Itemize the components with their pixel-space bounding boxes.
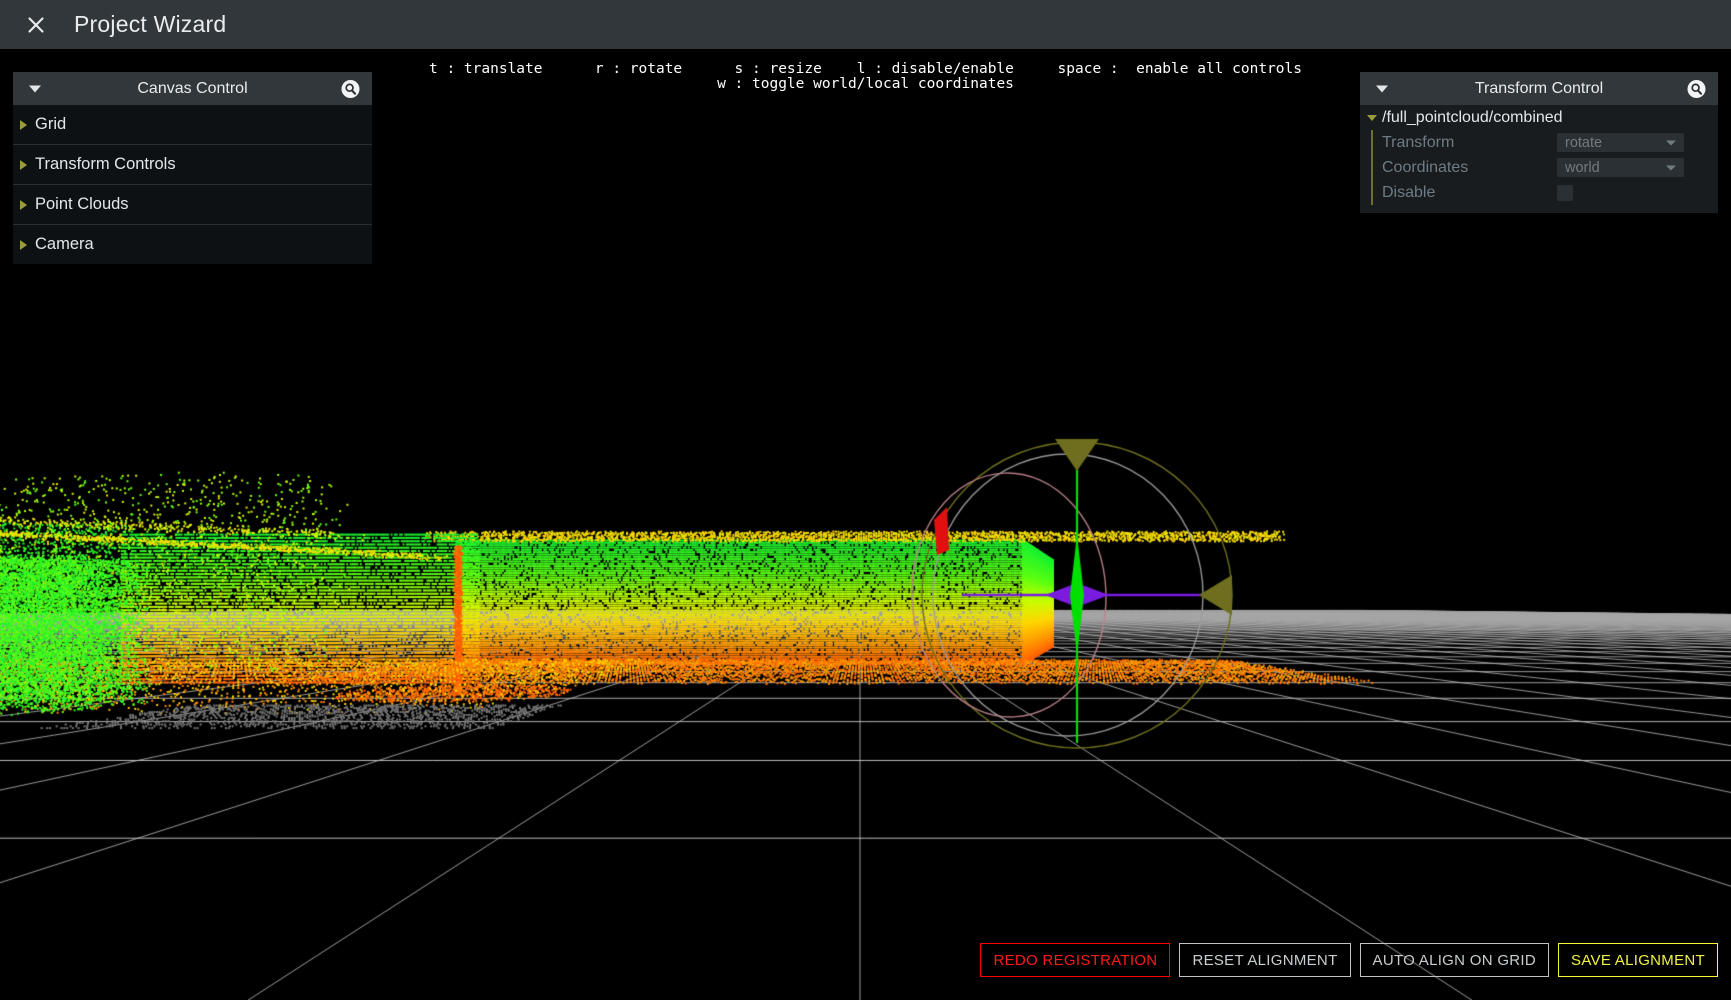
transform-control-body: /full_pointcloud/combined Transform rota… (1360, 105, 1718, 213)
magnifier-icon[interactable] (1687, 79, 1706, 98)
transform-control-panel: Transform Control /full_pointcloud/combi… (1360, 72, 1718, 213)
chevron-right-icon (20, 199, 27, 210)
chevron-down-icon (1367, 114, 1377, 121)
page-title: Project Wizard (74, 11, 227, 37)
transform-node-label: /full_pointcloud/combined (1382, 108, 1563, 126)
disable-checkbox[interactable] (1557, 184, 1573, 201)
canvas-control-item-label: Transform Controls (35, 155, 176, 173)
button-auto-align-on-grid[interactable]: AUTO ALIGN ON GRID (1359, 943, 1550, 977)
canvas-control-item-label: Point Clouds (35, 195, 129, 213)
canvas-control-item-grid[interactable]: Grid (13, 105, 372, 144)
disable-label: Disable (1382, 183, 1436, 201)
magnifier-icon[interactable] (341, 79, 360, 98)
canvas-control-item-camera[interactable]: Camera (13, 224, 372, 264)
chevron-down-icon[interactable] (1376, 85, 1388, 92)
field-transform: Transform rotate (1373, 130, 1718, 155)
canvas-control-item-label: Grid (35, 115, 67, 133)
transform-control-header: Transform Control (1360, 72, 1718, 105)
canvas-control-title: Canvas Control (137, 79, 248, 97)
canvas-control-list: Grid Transform Controls Point Clouds Camera (13, 105, 372, 264)
canvas-control-item-transform-controls[interactable]: Transform Controls (13, 144, 372, 184)
transform-tree-node[interactable]: /full_pointcloud/combined (1360, 105, 1718, 130)
transform-control-title: Transform Control (1474, 79, 1604, 97)
canvas-control-header: Canvas Control (13, 72, 372, 105)
canvas-control-item-label: Camera (35, 235, 94, 253)
chevron-down-icon[interactable] (29, 85, 41, 92)
chevron-right-icon (20, 159, 27, 170)
field-disable: Disable (1373, 180, 1718, 205)
chevron-right-icon (20, 119, 27, 130)
transform-label: Transform (1382, 133, 1455, 151)
canvas-control-panel: Canvas Control Grid Transform Controls Poi… (13, 72, 372, 264)
canvas-control-item-point-clouds[interactable]: Point Clouds (13, 184, 372, 224)
chevron-right-icon (20, 239, 27, 250)
button-redo-registration[interactable]: REDO REGISTRATION (980, 943, 1171, 977)
button-save-alignment[interactable]: SAVE ALIGNMENT (1558, 943, 1718, 977)
chevron-down-icon (1666, 165, 1676, 170)
coordinates-select-value: world (1565, 159, 1600, 176)
coordinates-label: Coordinates (1382, 158, 1469, 176)
button-reset-alignment[interactable]: RESET ALIGNMENT (1179, 943, 1351, 977)
project-wizard-window: Project Wizard t : translate r : rotate … (0, 0, 1731, 1000)
transform-select-value: rotate (1565, 134, 1603, 151)
transform-select[interactable]: rotate (1557, 133, 1684, 152)
action-button-bar: REDO REGISTRATION RESET ALIGNMENT AUTO ALI… (980, 943, 1718, 977)
close-icon[interactable] (14, 3, 58, 47)
field-coordinates: Coordinates world (1373, 155, 1718, 180)
title-bar: Project Wizard (0, 0, 1731, 49)
chevron-down-icon (1666, 140, 1676, 145)
transform-fields: Transform rotate Coordinates world Disab… (1371, 130, 1718, 205)
coordinates-select[interactable]: world (1557, 158, 1684, 177)
